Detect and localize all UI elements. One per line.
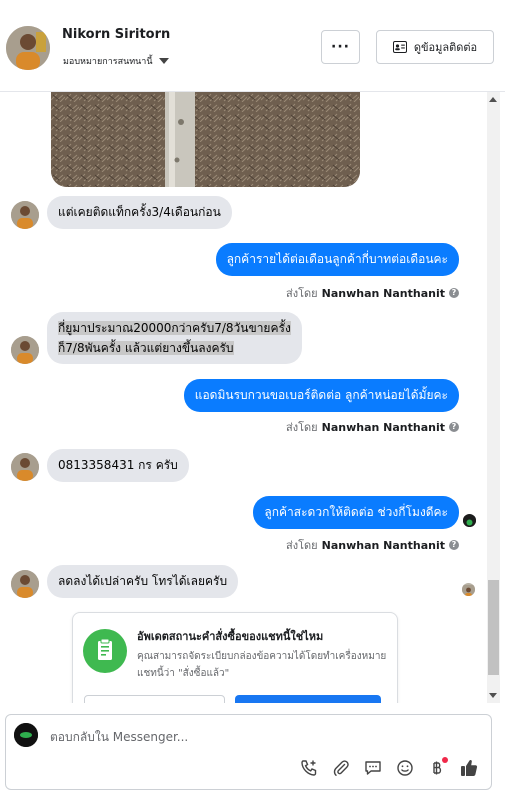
- view-contact-info-button[interactable]: ดูข้อมูลติดต่อ: [376, 30, 494, 64]
- message-bubble-outgoing[interactable]: แอดมินรบกวนขอเบอร์ติดต่อ ลูกค้าหน่อยได้ม…: [183, 379, 459, 412]
- view-contact-info-label: ดูข้อมูลติดต่อ: [413, 41, 478, 54]
- contact-card-icon: [392, 41, 407, 53]
- message-bubble-incoming[interactable]: กี่ยูมาประมาณ20000กว่าครับ7/8วันขายครั้ง…: [47, 312, 302, 364]
- message-bubble-outgoing[interactable]: ลูกค้าสะดวกให้ติดต่อ ช่วงกี่โมงดีคะ: [253, 496, 459, 529]
- shared-photo[interactable]: [51, 92, 360, 187]
- seen-by-avatar: [462, 583, 475, 596]
- chevron-down-icon: [158, 58, 169, 64]
- chat-bubble-icon[interactable]: [362, 757, 384, 779]
- message-bubble-incoming[interactable]: แต่เคยติดแท็กครั้ง3/4เดือนก่อน: [47, 196, 232, 229]
- thread-scrollbar[interactable]: [487, 92, 500, 703]
- sent-by-label: ส่งโดย Nanwhan Nanthanit ?: [286, 536, 459, 554]
- order-card-description: คุณสามารถจัดระเบียบกล่องข้อความได้โดยทำเ…: [137, 651, 387, 679]
- scrollbar-thumb[interactable]: [488, 580, 499, 675]
- scroll-down-arrow-icon[interactable]: [489, 693, 497, 698]
- page-avatar: [14, 723, 38, 747]
- sent-by-name: Nanwhan Nanthanit: [321, 538, 445, 552]
- info-icon[interactable]: ?: [449, 540, 459, 550]
- sender-avatar: [11, 570, 39, 598]
- more-icon: ···: [331, 39, 350, 55]
- thumbs-up-icon[interactable]: [458, 757, 480, 779]
- notification-dot: [442, 757, 448, 763]
- sent-by-label: ส่งโดย Nanwhan Nanthanit ?: [286, 284, 459, 302]
- sender-avatar: [11, 201, 39, 229]
- order-card-primary-button[interactable]: [235, 695, 381, 703]
- order-card-secondary-button[interactable]: [84, 695, 225, 703]
- message-line: กี่ยูมาประมาณ20000กว่าครับ7/8วันขายครั้ง: [58, 321, 291, 335]
- message-thread[interactable]: แต่เคยติดแท็กครั้ง3/4เดือนก่อน ลูกค้าราย…: [0, 92, 487, 703]
- assign-conversation-dropdown[interactable]: มอบหมายการสนทนานี้: [63, 54, 169, 68]
- sent-by-label: ส่งโดย Nanwhan Nanthanit ?: [286, 418, 459, 436]
- reply-input[interactable]: [50, 730, 450, 744]
- contact-name[interactable]: Nikorn Siritorn: [62, 27, 170, 42]
- paperclip-icon[interactable]: [330, 757, 352, 779]
- info-icon[interactable]: ?: [449, 288, 459, 298]
- sender-avatar: [11, 336, 39, 364]
- more-options-button[interactable]: ···: [321, 30, 360, 64]
- order-status-prompt-card: อัพเดตสถานะคำสั่งซื้อของแชทนี้ใช่ไหม คุณ…: [72, 612, 398, 703]
- assign-label: มอบหมายการสนทนานี้: [63, 57, 153, 67]
- contact-avatar[interactable]: [6, 26, 50, 70]
- info-icon[interactable]: ?: [449, 422, 459, 432]
- order-document-icon: [83, 629, 127, 673]
- phone-plus-icon[interactable]: [298, 757, 320, 779]
- message-line: ก็7/8พันครั้ง แล้วแต่ยางขึ้นลงครับ: [58, 341, 234, 355]
- sent-by-prefix: ส่งโดย: [286, 421, 318, 434]
- smiley-icon[interactable]: [394, 757, 416, 779]
- baht-icon[interactable]: [426, 757, 448, 779]
- sender-avatar: [11, 453, 39, 481]
- conversation-header: Nikorn Siritorn มอบหมายการสนทนานี้ ··· ด…: [0, 0, 505, 92]
- message-composer: [5, 714, 492, 790]
- sent-by-prefix: ส่งโดย: [286, 539, 318, 552]
- sent-by-prefix: ส่งโดย: [286, 287, 318, 300]
- composer-toolbar: [298, 757, 480, 779]
- sent-by-name: Nanwhan Nanthanit: [321, 286, 445, 300]
- read-receipt-avatar: [463, 514, 476, 527]
- sent-by-name: Nanwhan Nanthanit: [321, 420, 445, 434]
- order-card-title: อัพเดตสถานะคำสั่งซื้อของแชทนี้ใช่ไหม: [137, 630, 324, 643]
- message-bubble-incoming[interactable]: 0813358431 กร ครับ: [47, 449, 189, 482]
- message-bubble-outgoing[interactable]: ลูกค้ารายได้ต่อเดือนลูกค้ากี่บาทต่อเดือน…: [215, 243, 459, 276]
- message-bubble-incoming[interactable]: ลดลงได้เปล่าครับ โทรได้เลยครับ: [47, 565, 239, 598]
- scroll-up-arrow-icon[interactable]: [489, 97, 497, 102]
